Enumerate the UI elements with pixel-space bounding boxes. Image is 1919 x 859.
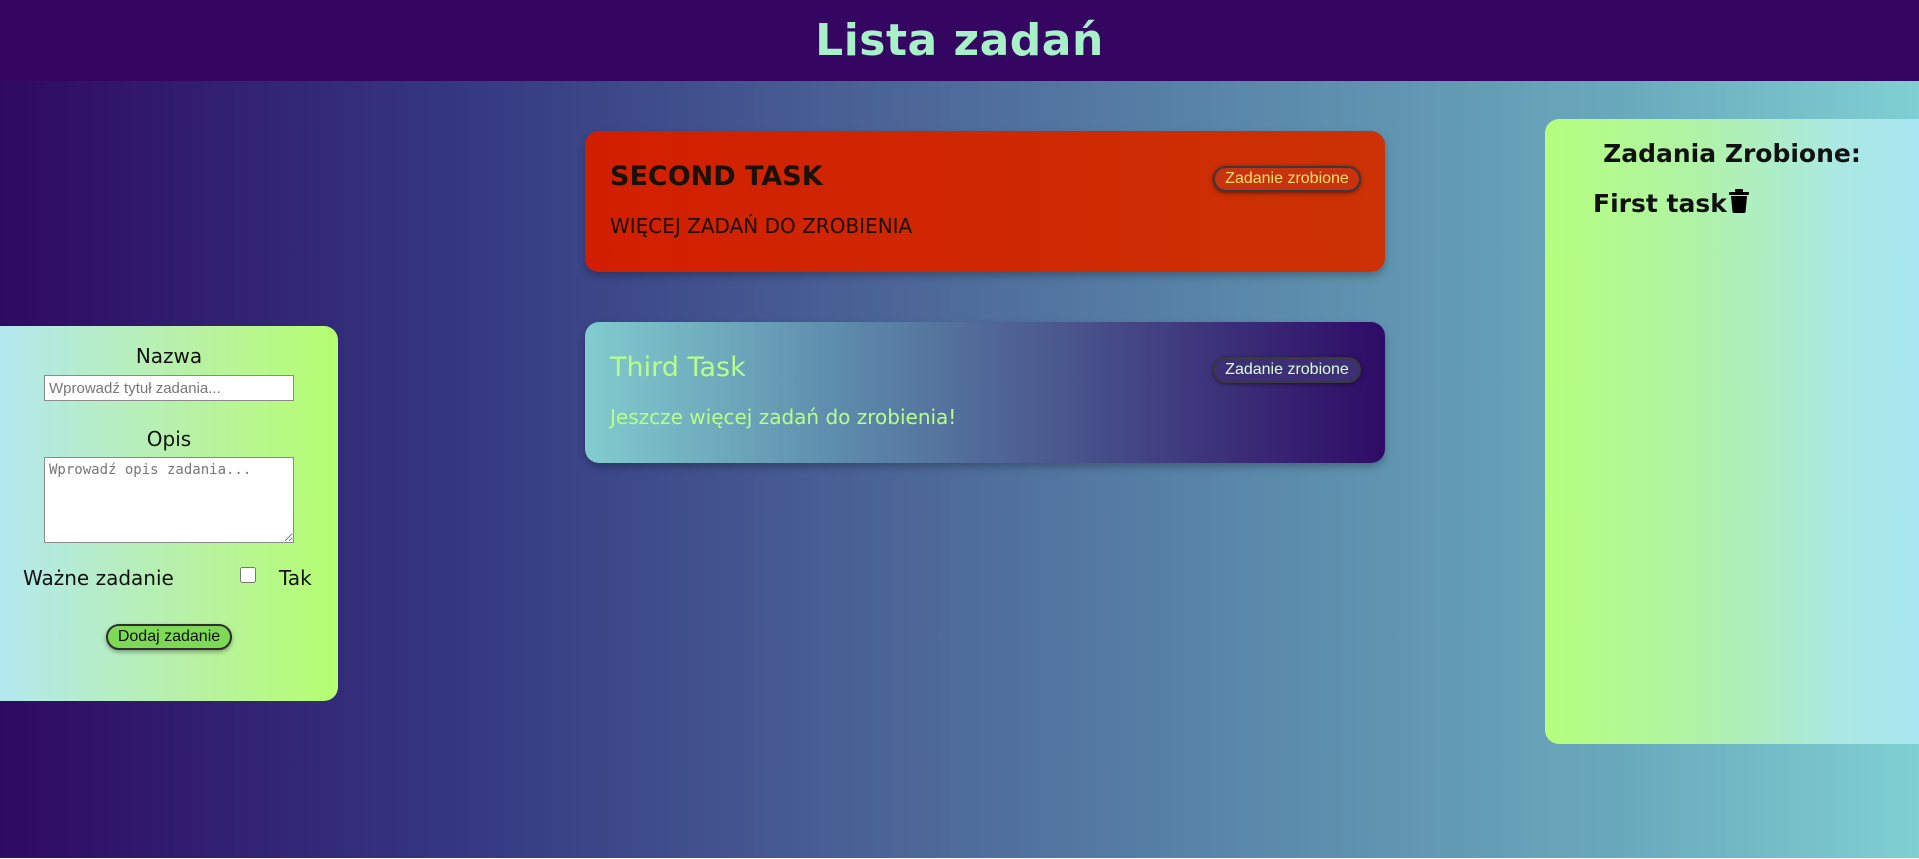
add-task-form: Nazwa Opis Ważne zadanie Tak Dodaj zadan… xyxy=(0,326,338,701)
completed-task-label: First task xyxy=(1593,189,1727,218)
task-description: WIĘCEJ ZADAŃ DO ZROBIENIA xyxy=(610,214,913,238)
task-title-input[interactable] xyxy=(44,375,294,401)
task-title: Third Task xyxy=(610,352,746,383)
important-checkbox[interactable] xyxy=(240,567,256,583)
task-title: SECOND TASK xyxy=(610,161,823,192)
mark-done-button[interactable]: Zadanie zrobione xyxy=(1213,357,1361,383)
completed-tasks-panel: Zadania Zrobione: First task xyxy=(1545,119,1919,744)
completed-tasks-heading: Zadania Zrobione: xyxy=(1603,139,1861,168)
yes-label: Tak xyxy=(279,566,312,590)
task-description: Jeszcze więcej zadań do zrobienia! xyxy=(610,405,957,429)
important-label: Ważne zadanie xyxy=(23,566,174,590)
add-task-button[interactable]: Dodaj zadanie xyxy=(106,624,232,650)
app-header: Lista zadań xyxy=(0,0,1919,81)
name-label: Nazwa xyxy=(135,344,203,368)
task-card: SECOND TASK WIĘCEJ ZADAŃ DO ZROBIENIA Za… xyxy=(585,131,1385,272)
page-title: Lista zadań xyxy=(815,15,1104,66)
description-label: Opis xyxy=(146,427,192,451)
task-card: Third Task Jeszcze więcej zadań do zrobi… xyxy=(585,322,1385,463)
main-area: Nazwa Opis Ważne zadanie Tak Dodaj zadan… xyxy=(0,81,1919,858)
trash-icon[interactable] xyxy=(1729,189,1749,213)
mark-done-button[interactable]: Zadanie zrobione xyxy=(1213,166,1361,192)
task-description-input[interactable] xyxy=(44,457,294,543)
